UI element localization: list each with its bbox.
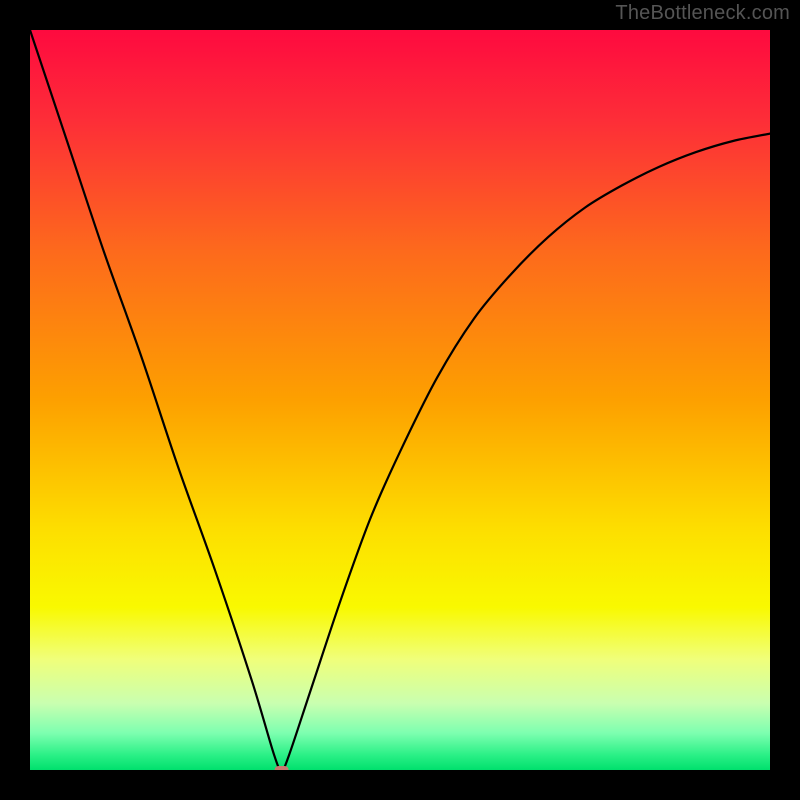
chart-svg [30, 30, 770, 770]
gradient-background [30, 30, 770, 770]
watermark-text: TheBottleneck.com [615, 2, 790, 25]
minimum-marker [275, 766, 289, 770]
chart-frame: TheBottleneck.com [0, 0, 800, 800]
plot-area [30, 30, 770, 770]
